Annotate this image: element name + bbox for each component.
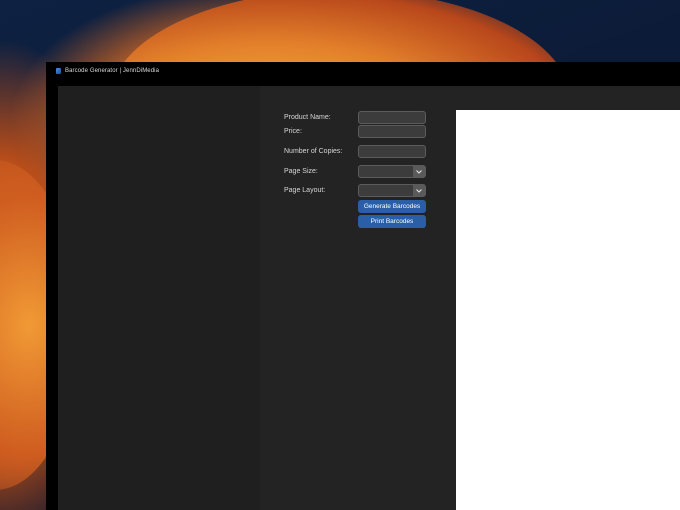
barcode-preview-area xyxy=(456,110,680,510)
price-label: Price: xyxy=(284,128,302,135)
product-name-input[interactable] xyxy=(358,111,426,124)
sidebar-panel xyxy=(58,86,260,510)
copies-input[interactable] xyxy=(358,145,426,158)
generate-barcodes-button[interactable]: Generate Barcodes xyxy=(358,200,426,213)
product-name-label: Product Name: xyxy=(284,114,331,121)
window-title: Barcode Generator | JennDiMedia xyxy=(65,68,160,74)
page-size-select[interactable] xyxy=(358,165,426,178)
chevron-down-icon[interactable] xyxy=(413,166,425,177)
chevron-down-icon[interactable] xyxy=(413,185,425,196)
barcode-app-icon xyxy=(56,68,61,74)
page-layout-select[interactable] xyxy=(358,184,426,197)
desktop-wallpaper: Barcode Generator | JennDiMedia Product … xyxy=(0,0,680,510)
copies-label: Number of Copies: xyxy=(284,148,343,155)
page-layout-label: Page Layout: xyxy=(284,187,326,194)
price-input[interactable] xyxy=(358,125,426,138)
app-window: Barcode Generator | JennDiMedia Product … xyxy=(46,62,680,510)
print-barcodes-button[interactable]: Print Barcodes xyxy=(358,215,426,228)
page-size-label: Page Size: xyxy=(284,168,318,175)
title-bar[interactable]: Barcode Generator | JennDiMedia xyxy=(46,62,680,80)
